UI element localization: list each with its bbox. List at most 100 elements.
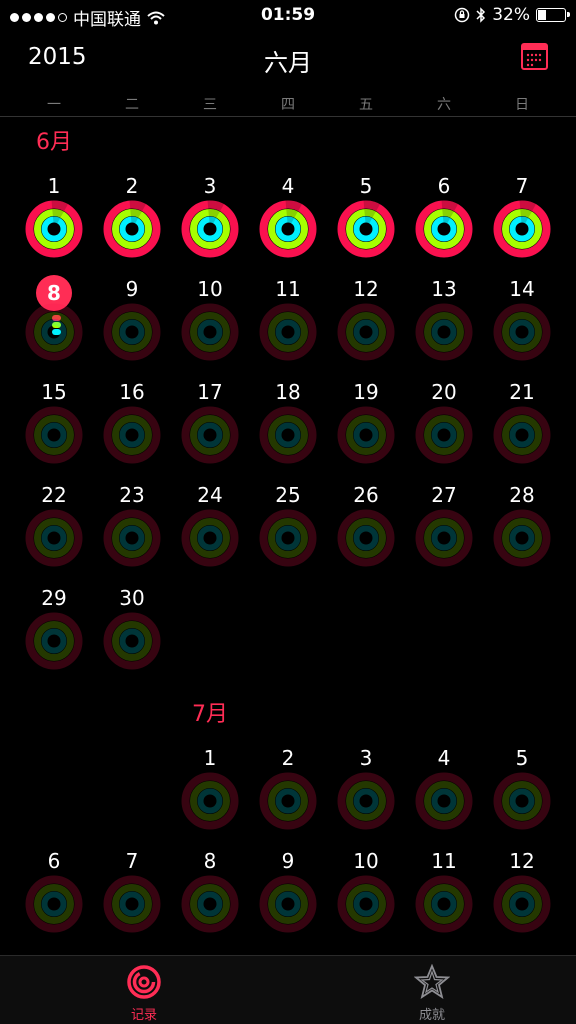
day-number[interactable]: 2	[102, 174, 162, 198]
day-number[interactable]: 7	[102, 849, 162, 873]
day-number[interactable]: 10	[180, 277, 240, 301]
day-number[interactable]: 14	[492, 277, 552, 301]
day-number[interactable]: 18	[258, 380, 318, 404]
activity-rings-empty[interactable]	[25, 875, 83, 933]
weekday-label: 五	[359, 97, 373, 113]
day-number[interactable]: 19	[336, 380, 396, 404]
day-number[interactable]: 17	[180, 380, 240, 404]
day-number[interactable]: 1	[180, 746, 240, 770]
activity-rings-empty[interactable]	[259, 875, 317, 933]
activity-rings-empty[interactable]	[25, 406, 83, 464]
activity-rings-empty[interactable]	[415, 875, 473, 933]
day-number[interactable]: 26	[336, 483, 396, 507]
activity-rings-complete[interactable]	[493, 200, 551, 258]
activity-rings-empty[interactable]	[337, 875, 395, 933]
activity-rings-empty[interactable]	[337, 406, 395, 464]
activity-rings-complete[interactable]	[415, 200, 473, 258]
activity-rings-empty[interactable]	[415, 509, 473, 567]
activity-rings-complete[interactable]	[25, 200, 83, 258]
day-number[interactable]: 20	[414, 380, 474, 404]
activity-rings-empty[interactable]	[103, 875, 161, 933]
activity-rings-empty[interactable]	[415, 303, 473, 361]
activity-rings-complete[interactable]	[181, 200, 239, 258]
day-number[interactable]: 24	[180, 483, 240, 507]
day-number[interactable]: 2	[258, 746, 318, 770]
day-number[interactable]: 13	[414, 277, 474, 301]
day-number[interactable]: 21	[492, 380, 552, 404]
nav-bar: 2015 六月	[0, 30, 576, 88]
tab-achievements[interactable]: 成就	[288, 956, 576, 1024]
day-number[interactable]: 29	[24, 586, 84, 610]
activity-rings-empty[interactable]	[103, 612, 161, 670]
activity-rings-empty[interactable]	[493, 772, 551, 830]
day-number[interactable]: 25	[258, 483, 318, 507]
activity-rings-empty[interactable]	[337, 509, 395, 567]
day-number[interactable]: 4	[414, 746, 474, 770]
day-number[interactable]: 5	[492, 746, 552, 770]
day-number[interactable]: 28	[492, 483, 552, 507]
activity-rings-empty[interactable]	[25, 303, 83, 361]
activity-rings-empty[interactable]	[493, 303, 551, 361]
star-badge-icon	[414, 964, 450, 1000]
day-number[interactable]: 12	[492, 849, 552, 873]
calendar-icon[interactable]	[521, 42, 548, 70]
activity-rings-empty[interactable]	[415, 772, 473, 830]
day-number[interactable]: 5	[336, 174, 396, 198]
activity-rings-empty[interactable]	[181, 509, 239, 567]
day-number[interactable]: 6	[24, 849, 84, 873]
activity-rings-icon	[127, 965, 161, 999]
day-number[interactable]: 4	[258, 174, 318, 198]
tab-history-label: 记录	[130, 1008, 157, 1023]
day-number[interactable]: 1	[24, 174, 84, 198]
day-number[interactable]: 12	[336, 277, 396, 301]
day-number[interactable]: 27	[414, 483, 474, 507]
day-number[interactable]: 8	[180, 849, 240, 873]
day-number[interactable]: 11	[258, 277, 318, 301]
day-number[interactable]: 9	[102, 277, 162, 301]
activity-rings-empty[interactable]	[493, 406, 551, 464]
activity-rings-empty[interactable]	[493, 875, 551, 933]
day-number[interactable]: 3	[336, 746, 396, 770]
activity-rings-complete[interactable]	[337, 200, 395, 258]
activity-rings-complete[interactable]	[259, 200, 317, 258]
day-number[interactable]: 6	[414, 174, 474, 198]
day-number[interactable]: 15	[24, 380, 84, 404]
page-title: 六月	[264, 49, 312, 77]
activity-rings-empty[interactable]	[181, 303, 239, 361]
orientation-lock-icon	[454, 7, 470, 23]
weekday-label: 六	[437, 97, 451, 113]
weekday-label: 日	[515, 97, 529, 113]
activity-rings-complete[interactable]	[103, 200, 161, 258]
day-number[interactable]: 23	[102, 483, 162, 507]
day-number[interactable]: 9	[258, 849, 318, 873]
day-number[interactable]: 3	[180, 174, 240, 198]
day-number[interactable]: 30	[102, 586, 162, 610]
activity-rings-empty[interactable]	[337, 772, 395, 830]
july-month-label: 7月	[192, 702, 228, 727]
activity-rings-empty[interactable]	[259, 772, 317, 830]
day-number[interactable]: 11	[414, 849, 474, 873]
activity-rings-empty[interactable]	[25, 612, 83, 670]
weekday-label: 三	[203, 97, 217, 113]
activity-rings-empty[interactable]	[259, 509, 317, 567]
activity-rings-empty[interactable]	[415, 406, 473, 464]
activity-rings-empty[interactable]	[259, 303, 317, 361]
tab-history[interactable]: 记录	[0, 956, 288, 1024]
day-number[interactable]: 16	[102, 380, 162, 404]
activity-rings-empty[interactable]	[259, 406, 317, 464]
weekday-header: 一二三四五六日	[0, 94, 576, 117]
day-number[interactable]: 7	[492, 174, 552, 198]
tab-achievements-label: 成就	[418, 1008, 445, 1023]
activity-rings-empty[interactable]	[181, 875, 239, 933]
activity-rings-empty[interactable]	[181, 406, 239, 464]
activity-rings-empty[interactable]	[103, 509, 161, 567]
activity-rings-empty[interactable]	[103, 303, 161, 361]
activity-rings-empty[interactable]	[337, 303, 395, 361]
activity-rings-empty[interactable]	[25, 509, 83, 567]
june-month-label: 6月	[36, 130, 72, 155]
activity-rings-empty[interactable]	[181, 772, 239, 830]
day-number[interactable]: 10	[336, 849, 396, 873]
activity-rings-empty[interactable]	[103, 406, 161, 464]
activity-rings-empty[interactable]	[493, 509, 551, 567]
day-number[interactable]: 22	[24, 483, 84, 507]
